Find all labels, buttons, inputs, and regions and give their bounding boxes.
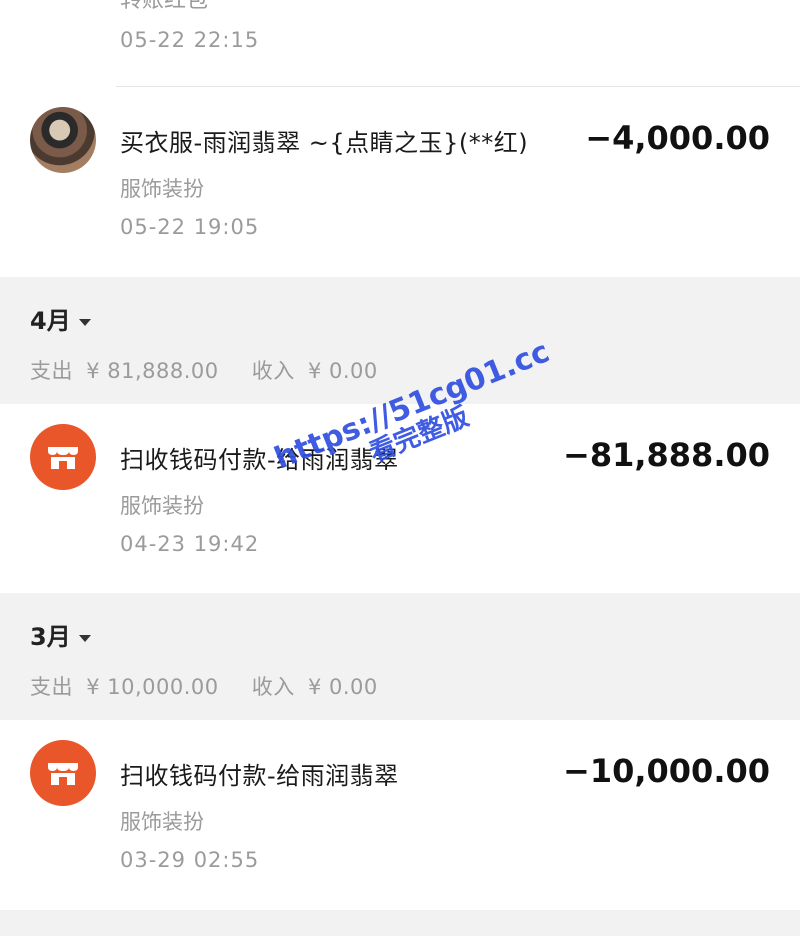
transaction-amount: −81,888.00 <box>563 436 770 474</box>
bottom-section-strip <box>0 910 800 936</box>
transaction-title: 扫收钱码付款-给雨润翡翠 <box>120 762 399 790</box>
transaction-row[interactable]: 扫收钱码付款-给雨润翡翠 −10,000.00 服饰装扮 03-29 02:55 <box>0 720 800 910</box>
user-photo-avatar <box>30 107 96 173</box>
month-label: 3月 <box>30 623 71 651</box>
expense-label: 支出 <box>30 675 73 699</box>
month-summary: 支出 ¥ 10,000.00 收入 ¥ 0.00 <box>30 671 384 701</box>
shop-icon <box>30 740 96 806</box>
income-value: ¥ 0.00 <box>307 675 378 699</box>
transaction-amount: −4,000.00 <box>585 119 770 157</box>
expense-label: 支出 <box>30 359 73 383</box>
transaction-category: 转账红包 <box>120 0 209 13</box>
month-section-header: 3月 支出 ¥ 10,000.00 收入 ¥ 0.00 <box>0 593 800 720</box>
transaction-category: 服饰装扮 <box>120 177 204 201</box>
month-summary: 支出 ¥ 81,888.00 收入 ¥ 0.00 <box>30 355 384 385</box>
transaction-category: 服饰装扮 <box>120 810 204 834</box>
transaction-category: 服饰装扮 <box>120 494 204 518</box>
expense-value: ¥ 10,000.00 <box>86 675 219 699</box>
transaction-time: 04-23 19:42 <box>120 532 260 556</box>
income-label: 收入 <box>251 359 295 383</box>
shop-icon <box>30 424 96 490</box>
income-label: 收入 <box>251 675 295 699</box>
month-section-header: 4月 支出 ¥ 81,888.00 收入 ¥ 0.00 <box>0 277 800 404</box>
income-value: ¥ 0.00 <box>307 359 378 383</box>
transaction-time: 05-22 19:05 <box>120 215 260 239</box>
transaction-time: 05-22 22:15 <box>120 28 260 52</box>
transaction-time: 03-29 02:55 <box>120 848 260 872</box>
month-selector[interactable]: 3月 <box>30 617 91 652</box>
transaction-row[interactable]: 买衣服-雨润翡翠 ~{点睛之玉}(**红) −4,000.00 服饰装扮 05-… <box>0 87 800 277</box>
caret-down-icon <box>78 634 91 642</box>
transaction-row-partial[interactable]: 转账红包 05-22 22:15 <box>0 0 800 87</box>
transaction-title: 买衣服-雨润翡翠 ~{点睛之玉}(**红) <box>120 129 529 157</box>
expense-value: ¥ 81,888.00 <box>86 359 219 383</box>
month-selector[interactable]: 4月 <box>30 301 91 336</box>
caret-down-icon <box>78 318 91 326</box>
transaction-amount: −10,000.00 <box>563 752 770 790</box>
month-label: 4月 <box>30 307 71 335</box>
